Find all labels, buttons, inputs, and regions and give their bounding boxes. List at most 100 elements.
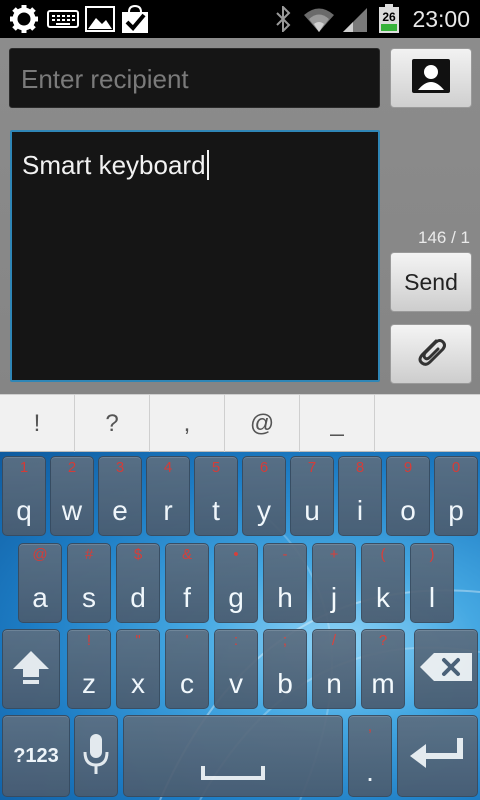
key-primary: .	[366, 756, 374, 787]
key-secondary: /	[331, 632, 337, 649]
key-primary: s	[82, 582, 96, 613]
signal-icon	[340, 5, 370, 33]
key-secondary: 9	[403, 459, 413, 476]
bluetooth-icon	[272, 5, 294, 33]
image-gallery-icon	[84, 5, 116, 33]
key-secondary: ,	[367, 718, 373, 735]
key-y[interactable]: 6y	[242, 456, 286, 536]
key-secondary: 2	[67, 459, 77, 476]
enter-return-icon	[408, 734, 468, 779]
key-secondary: )	[429, 546, 435, 563]
key-o[interactable]: 9o	[386, 456, 430, 536]
key-m[interactable]: ? m	[361, 629, 405, 709]
suggestion-item[interactable]: !	[0, 395, 75, 452]
key-n[interactable]: / n	[312, 629, 356, 709]
message-input[interactable]: Smart keyboard	[10, 130, 380, 382]
contacts-button[interactable]	[390, 48, 472, 108]
key-primary: o	[400, 495, 416, 526]
battery-icon: 26	[377, 4, 401, 33]
key-secondary: +	[329, 546, 339, 563]
key-primary: p	[448, 495, 464, 526]
key-primary: r	[163, 495, 173, 526]
symbols-key[interactable]: ?123	[2, 715, 70, 797]
key-v[interactable]: :v	[214, 629, 258, 709]
key-j[interactable]: + j	[312, 543, 356, 623]
key-secondary: 5	[211, 459, 221, 476]
key-secondary: 3	[115, 459, 125, 476]
key-primary: y	[257, 495, 271, 526]
recipient-input[interactable]: Enter recipient	[9, 48, 380, 108]
key-h[interactable]: -h	[263, 543, 307, 623]
key-primary: j	[330, 582, 338, 613]
key-primary: l	[428, 582, 436, 613]
contact-person-icon	[411, 58, 451, 99]
key-b[interactable]: ; b	[263, 629, 307, 709]
key-secondary: •	[233, 546, 239, 563]
suggestion-item[interactable]: @	[225, 395, 300, 452]
shift-key[interactable]	[2, 629, 60, 709]
key-a[interactable]: @ a	[18, 543, 62, 623]
key-primary: w	[61, 495, 83, 526]
suggestion-item[interactable]: ?	[75, 395, 150, 452]
key-t[interactable]: 5t	[194, 456, 238, 536]
key-g[interactable]: • g	[214, 543, 258, 623]
suggestion-strip: ! ? , @ _	[0, 394, 480, 452]
key-z[interactable]: ! z	[67, 629, 111, 709]
shift-arrow-icon	[11, 647, 51, 692]
key-primary: d	[130, 582, 146, 613]
key-primary: t	[212, 495, 220, 526]
voice-input-key[interactable]	[74, 715, 118, 797]
key-x[interactable]: " x	[116, 629, 160, 709]
status-bar: 26 23:00	[0, 0, 480, 38]
key-e[interactable]: 3e	[98, 456, 142, 536]
key-primary: i	[356, 495, 364, 526]
key-secondary: ?	[378, 632, 388, 649]
key-primary: h	[277, 582, 293, 613]
key-s[interactable]: # s	[67, 543, 111, 623]
suggestion-item[interactable]: ,	[150, 395, 225, 452]
clock-time: 23:00	[412, 6, 470, 32]
battery-level-text: 26	[382, 10, 396, 24]
key-u[interactable]: 7u	[290, 456, 334, 536]
key-p[interactable]: 0p	[434, 456, 478, 536]
space-key[interactable]	[123, 715, 343, 797]
suggestion-item[interactable]: _	[300, 395, 375, 452]
key-primary: u	[304, 495, 320, 526]
enter-key[interactable]	[397, 715, 478, 797]
key-d[interactable]: $ d	[116, 543, 160, 623]
key-primary: f	[183, 582, 191, 613]
character-counter: 146 / 1	[418, 228, 470, 247]
key-k[interactable]: (k	[361, 543, 405, 623]
key-secondary: 1	[19, 459, 29, 476]
key-i[interactable]: 8i	[338, 456, 382, 536]
key-primary: a	[32, 582, 48, 613]
key-secondary: $	[133, 546, 143, 563]
key-primary: v	[229, 668, 243, 699]
key-secondary: @	[32, 546, 48, 563]
message-text: Smart keyboard	[22, 150, 206, 180]
key-secondary: '	[185, 632, 189, 649]
paperclip-icon	[414, 335, 448, 374]
key-q[interactable]: 1q	[2, 456, 46, 536]
key-secondary: 4	[163, 459, 173, 476]
keyboard-icon	[46, 5, 80, 33]
symbols-key-label: ?123	[13, 744, 59, 767]
check-bag-icon	[118, 4, 152, 33]
key-secondary: 0	[451, 459, 461, 476]
key-primary: b	[277, 668, 293, 699]
key-period[interactable]: ,.	[348, 715, 392, 797]
key-l[interactable]: ) l	[410, 543, 454, 623]
attach-button[interactable]	[390, 324, 472, 384]
key-secondary: !	[86, 632, 92, 649]
key-primary: z	[82, 668, 96, 699]
key-secondary: &	[181, 546, 192, 563]
key-primary: g	[228, 582, 244, 613]
key-c[interactable]: ' c	[165, 629, 209, 709]
key-w[interactable]: 2w	[50, 456, 94, 536]
send-button[interactable]: Send	[390, 252, 472, 312]
backspace-key[interactable]	[414, 629, 478, 709]
key-f[interactable]: & f	[165, 543, 209, 623]
microphone-icon	[83, 732, 109, 781]
key-secondary: 6	[259, 459, 269, 476]
key-r[interactable]: 4r	[146, 456, 190, 536]
